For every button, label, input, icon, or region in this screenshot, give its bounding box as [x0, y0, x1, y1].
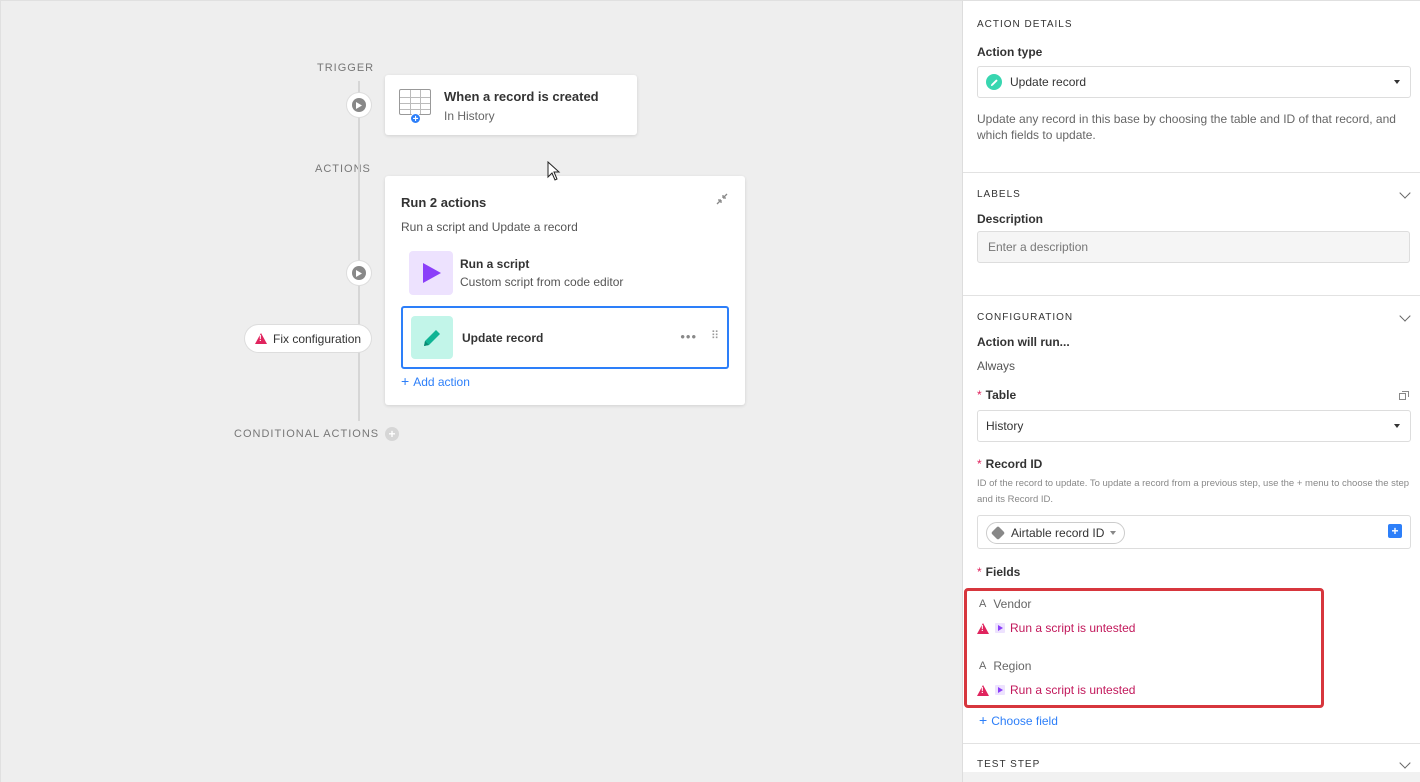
- actions-group-subtitle: Run a script and Update a record: [401, 220, 578, 234]
- action-type-select[interactable]: Update record: [977, 66, 1411, 98]
- step-update-record[interactable]: Update record ••• ⠿: [401, 306, 729, 369]
- step-title: Update record: [462, 331, 544, 345]
- labels-section: LABELS Description Enter a description: [963, 173, 1420, 296]
- flow-connector-line: [358, 81, 360, 421]
- pencil-icon: [411, 316, 453, 359]
- description-input[interactable]: Enter a description: [977, 231, 1410, 263]
- trigger-section-label: TRIGGER: [317, 62, 375, 74]
- expand-icon[interactable]: [1399, 391, 1409, 400]
- record-id-label: * Record ID: [977, 457, 1043, 471]
- drag-handle-icon[interactable]: ⠿: [711, 329, 719, 342]
- actions-section-label: ACTIONS: [315, 163, 371, 175]
- plus-badge-icon: +: [410, 113, 421, 125]
- run-condition-value[interactable]: Always: [977, 358, 1402, 374]
- trigger-run-icon[interactable]: [347, 93, 371, 117]
- highlight-box: [964, 588, 1324, 708]
- record-id-input[interactable]: Airtable record ID +: [977, 515, 1411, 549]
- action-details-panel: ACTION DETAILS Action type Update record…: [962, 0, 1420, 782]
- action-type-value: Update record: [1010, 75, 1087, 89]
- collapse-icon[interactable]: [715, 192, 729, 206]
- horizontal-scrollbar[interactable]: [963, 772, 1420, 782]
- actions-group-title: Run 2 actions: [401, 195, 487, 210]
- step-run-script[interactable]: Run a script Custom script from code edi…: [401, 251, 729, 297]
- chevron-down-icon[interactable]: [1399, 187, 1411, 199]
- warning-icon: [255, 333, 267, 344]
- table-icon: [399, 89, 431, 115]
- run-condition-label: Action will run...: [977, 335, 1070, 349]
- trigger-card[interactable]: + When a record is created In History: [385, 75, 637, 135]
- description-label: Description: [977, 212, 1044, 226]
- step-title: Run a script: [460, 257, 530, 271]
- action-details-section: ACTION DETAILS Action type Update record…: [963, 1, 1420, 173]
- action-details-caption: ACTION DETAILS: [977, 19, 1073, 30]
- configuration-caption: CONFIGURATION: [977, 312, 1074, 323]
- table-label: * Table: [977, 388, 1017, 402]
- add-conditional-action-icon[interactable]: +: [385, 427, 399, 441]
- conditional-actions-label: CONDITIONAL ACTIONS: [234, 428, 380, 440]
- record-id-token[interactable]: Airtable record ID: [986, 522, 1126, 544]
- table-value: History: [986, 419, 1024, 433]
- labels-caption: LABELS: [977, 189, 1021, 200]
- action-type-label: Action type: [977, 45, 1043, 59]
- choose-field-button[interactable]: + Choose field: [979, 712, 1058, 728]
- actions-group-card: Run 2 actions Run a script and Update a …: [385, 176, 745, 405]
- step-subtitle: Custom script from code editor: [460, 275, 624, 289]
- actions-run-icon[interactable]: [347, 261, 371, 285]
- record-id-help: ID of the record to update. To update a …: [977, 478, 1410, 505]
- plus-icon: +: [401, 373, 410, 389]
- chevron-down-icon[interactable]: [1399, 757, 1411, 769]
- dropdown-caret-icon: [1394, 80, 1400, 84]
- chevron-down-icon[interactable]: [1399, 310, 1411, 322]
- fix-configuration-button[interactable]: Fix configuration: [245, 325, 372, 352]
- test-step-caption: TEST STEP: [977, 759, 1041, 770]
- pencil-icon: [986, 74, 1002, 90]
- tag-icon: [990, 525, 1006, 541]
- fields-label: * Fields: [977, 565, 1021, 579]
- automation-canvas: TRIGGER ACTIONS CONDITIONAL ACTIONS + Wh…: [0, 0, 962, 782]
- action-type-description: Update any record in this base by choosi…: [977, 112, 1396, 142]
- dropdown-caret-icon: [1110, 531, 1117, 535]
- play-icon: [409, 251, 453, 295]
- trigger-subtitle: In History: [444, 109, 495, 123]
- mouse-cursor-icon: [547, 161, 561, 181]
- dropdown-caret-icon: [1394, 424, 1400, 428]
- add-action-button[interactable]: + Add action: [401, 373, 470, 389]
- more-options-icon[interactable]: •••: [680, 329, 697, 344]
- table-select[interactable]: History: [977, 410, 1411, 442]
- insert-token-button[interactable]: +: [1388, 524, 1402, 538]
- trigger-title: When a record is created: [444, 89, 599, 104]
